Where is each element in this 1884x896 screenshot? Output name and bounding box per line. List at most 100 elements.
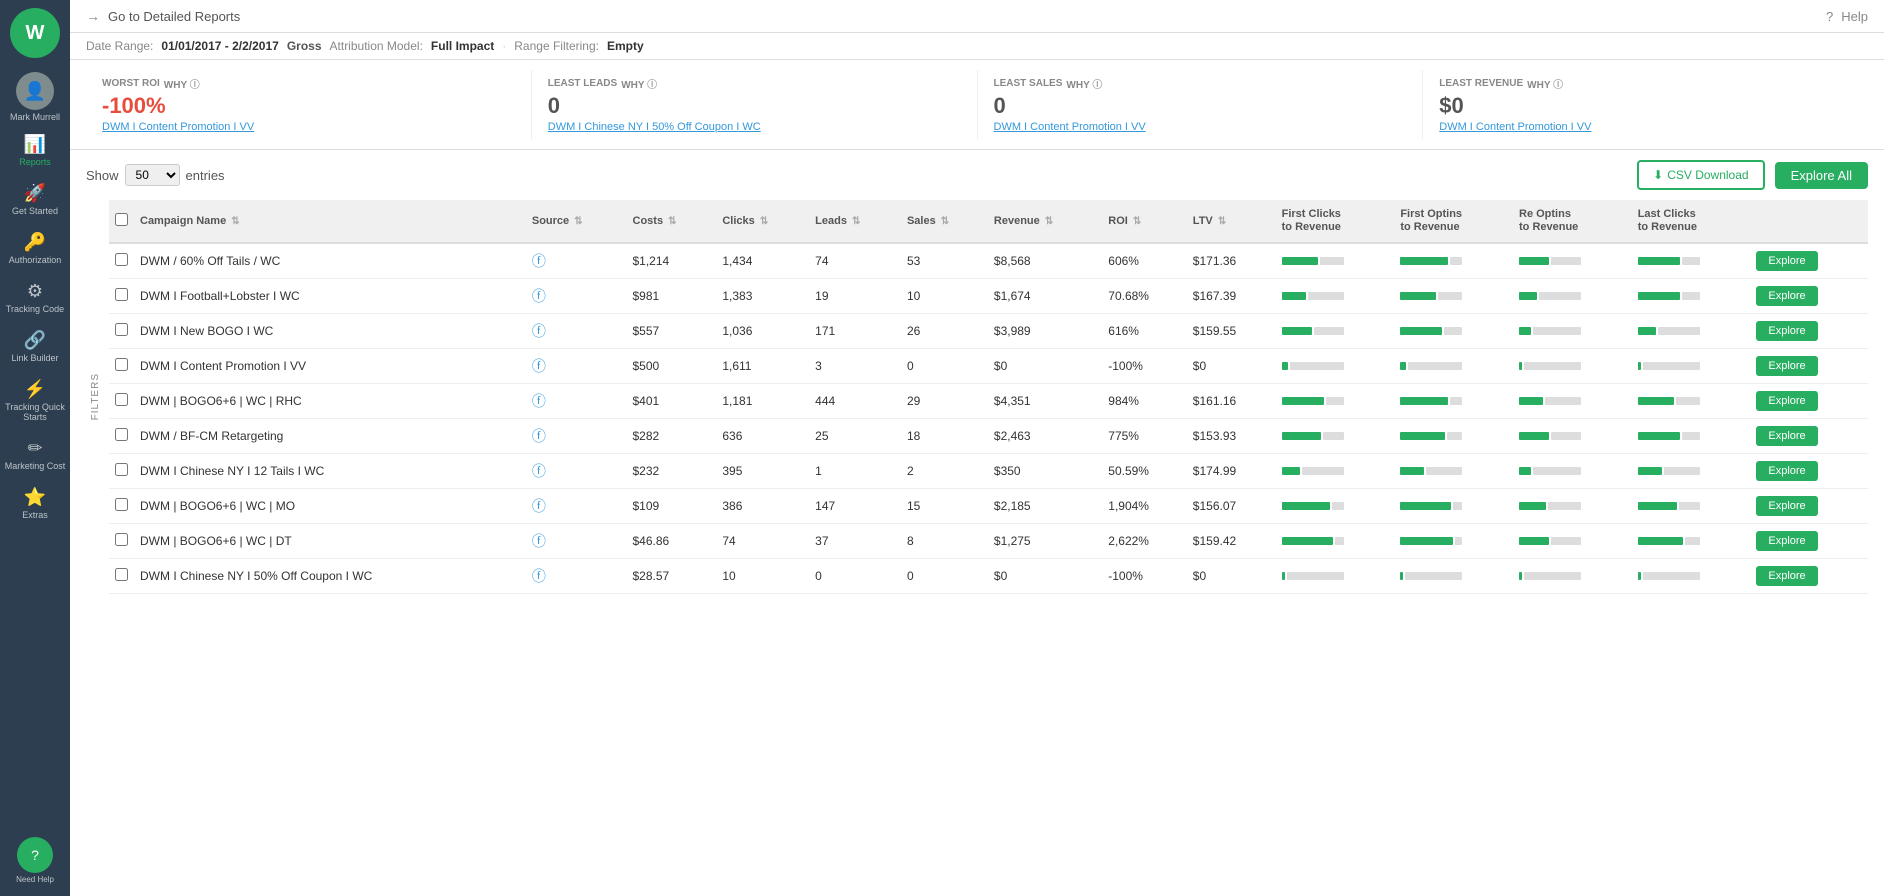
row-checkbox-5[interactable] (115, 428, 128, 441)
explore-all-button[interactable]: Explore All (1775, 162, 1868, 189)
col-source[interactable]: Source ⇅ (526, 200, 627, 243)
sidebar-item-reports[interactable]: 📊 Reports (0, 126, 70, 175)
first-clicks-cell (1276, 243, 1395, 279)
explore-button-1[interactable]: Explore (1756, 286, 1817, 306)
sidebar-item-get-started[interactable]: 🚀 Get Started (0, 175, 70, 224)
explore-cell[interactable]: Explore (1750, 419, 1868, 454)
row-checkbox-cell[interactable] (109, 243, 134, 279)
need-help-button[interactable]: ? (17, 837, 53, 873)
least-sales-why[interactable]: Why ⓘ (1066, 76, 1102, 91)
row-checkbox-0[interactable] (115, 253, 128, 266)
row-checkbox-cell[interactable] (109, 384, 134, 419)
least-leads-why[interactable]: Why ⓘ (621, 76, 657, 91)
col-revenue[interactable]: Revenue ⇅ (988, 200, 1102, 243)
row-checkbox-cell[interactable] (109, 489, 134, 524)
bar-gray (1405, 572, 1462, 580)
source-info-icon[interactable]: ⓕ (532, 393, 546, 409)
source-info-icon[interactable]: ⓕ (532, 323, 546, 339)
explore-button-0[interactable]: Explore (1756, 251, 1817, 271)
source-info-icon[interactable]: ⓕ (532, 428, 546, 444)
sidebar-item-tracking-quick-starts[interactable]: ⚡ Tracking Quick Starts (0, 371, 70, 430)
row-checkbox-9[interactable] (115, 568, 128, 581)
col-ltv[interactable]: LTV ⇅ (1187, 200, 1276, 243)
source-cell: ⓕ (526, 524, 627, 559)
table-controls: Show 10 25 50 100 entries ⬇ CSV Download… (86, 160, 1868, 190)
explore-cell[interactable]: Explore (1750, 454, 1868, 489)
worst-roi-sub[interactable]: DWM I Content Promotion I VV (102, 121, 515, 133)
col-costs[interactable]: Costs ⇅ (627, 200, 717, 243)
worst-roi-label: WORST ROI (102, 78, 160, 89)
detailed-reports-link[interactable]: Go to Detailed Reports (108, 9, 240, 24)
revenue-cell: $3,989 (988, 314, 1102, 349)
explore-cell[interactable]: Explore (1750, 524, 1868, 559)
explore-button-8[interactable]: Explore (1756, 531, 1817, 551)
explore-cell[interactable]: Explore (1750, 384, 1868, 419)
worst-roi-why[interactable]: Why ⓘ (164, 76, 200, 91)
col-campaign-name[interactable]: Campaign Name ⇅ (134, 200, 526, 243)
explore-cell[interactable]: Explore (1750, 349, 1868, 384)
col-last-clicks[interactable]: Last Clicksto Revenue (1632, 200, 1751, 243)
campaign-name-cell: DWM I Football+Lobster I WC (134, 279, 526, 314)
row-checkbox-cell[interactable] (109, 349, 134, 384)
row-checkbox-cell[interactable] (109, 314, 134, 349)
col-first-clicks[interactable]: First Clicksto Revenue (1276, 200, 1395, 243)
source-info-icon[interactable]: ⓕ (532, 358, 546, 374)
row-checkbox-cell[interactable] (109, 279, 134, 314)
row-checkbox-4[interactable] (115, 393, 128, 406)
explore-button-5[interactable]: Explore (1756, 426, 1817, 446)
sidebar-item-tracking-code[interactable]: ⚙ Tracking Code (0, 273, 70, 322)
row-checkbox-7[interactable] (115, 498, 128, 511)
explore-button-2[interactable]: Explore (1756, 321, 1817, 341)
explore-cell[interactable]: Explore (1750, 279, 1868, 314)
col-sales[interactable]: Sales ⇅ (901, 200, 988, 243)
source-info-icon[interactable]: ⓕ (532, 498, 546, 514)
col-roi[interactable]: ROI ⇅ (1102, 200, 1187, 243)
least-leads-sub[interactable]: DWM I Chinese NY I 50% Off Coupon I WC (548, 121, 961, 133)
explore-button-7[interactable]: Explore (1756, 496, 1817, 516)
bar-gray (1551, 257, 1581, 265)
row-checkbox-2[interactable] (115, 323, 128, 336)
bar-gray (1332, 502, 1344, 510)
source-info-icon[interactable]: ⓕ (532, 533, 546, 549)
entries-select[interactable]: 10 25 50 100 (125, 164, 180, 186)
col-re-optins[interactable]: Re Optinsto Revenue (1513, 200, 1632, 243)
explore-button-9[interactable]: Explore (1756, 566, 1817, 586)
sidebar-item-extras[interactable]: ⭐ Extras (0, 479, 70, 528)
least-sales-sub[interactable]: DWM I Content Promotion I VV (994, 121, 1407, 133)
explore-button-4[interactable]: Explore (1756, 391, 1817, 411)
source-info-icon[interactable]: ⓕ (532, 253, 546, 269)
sidebar-item-marketing-cost[interactable]: ✏ Marketing Cost (0, 430, 70, 479)
col-clicks[interactable]: Clicks ⇅ (716, 200, 809, 243)
first-optins-cell (1394, 489, 1513, 524)
select-all-header[interactable] (109, 200, 134, 243)
ltv-cell: $171.36 (1187, 243, 1276, 279)
least-revenue-why[interactable]: Why ⓘ (1527, 76, 1563, 91)
explore-button-3[interactable]: Explore (1756, 356, 1817, 376)
source-info-icon[interactable]: ⓕ (532, 568, 546, 584)
col-leads[interactable]: Leads ⇅ (809, 200, 901, 243)
explore-cell[interactable]: Explore (1750, 243, 1868, 279)
explore-button-6[interactable]: Explore (1756, 461, 1817, 481)
select-all-checkbox[interactable] (115, 213, 128, 226)
table-container: Campaign Name ⇅ Source ⇅ Costs ⇅ Clicks … (109, 200, 1868, 594)
csv-download-button[interactable]: ⬇ CSV Download (1637, 160, 1764, 190)
least-revenue-sub[interactable]: DWM I Content Promotion I VV (1439, 121, 1852, 133)
col-first-optins[interactable]: First Optinsto Revenue (1394, 200, 1513, 243)
sidebar-item-link-builder[interactable]: 🔗 Link Builder (0, 322, 70, 371)
row-checkbox-8[interactable] (115, 533, 128, 546)
row-checkbox-cell[interactable] (109, 524, 134, 559)
help-icon: ? (1826, 9, 1833, 24)
row-checkbox-3[interactable] (115, 358, 128, 371)
row-checkbox-cell[interactable] (109, 419, 134, 454)
source-info-icon[interactable]: ⓕ (532, 288, 546, 304)
source-info-icon[interactable]: ⓕ (532, 463, 546, 479)
explore-cell[interactable]: Explore (1750, 559, 1868, 594)
row-checkbox-cell[interactable] (109, 454, 134, 489)
explore-cell[interactable]: Explore (1750, 489, 1868, 524)
row-checkbox-cell[interactable] (109, 559, 134, 594)
mini-bar (1400, 397, 1507, 405)
explore-cell[interactable]: Explore (1750, 314, 1868, 349)
row-checkbox-1[interactable] (115, 288, 128, 301)
row-checkbox-6[interactable] (115, 463, 128, 476)
sidebar-item-authorization[interactable]: 🔑 Authorization (0, 224, 70, 273)
